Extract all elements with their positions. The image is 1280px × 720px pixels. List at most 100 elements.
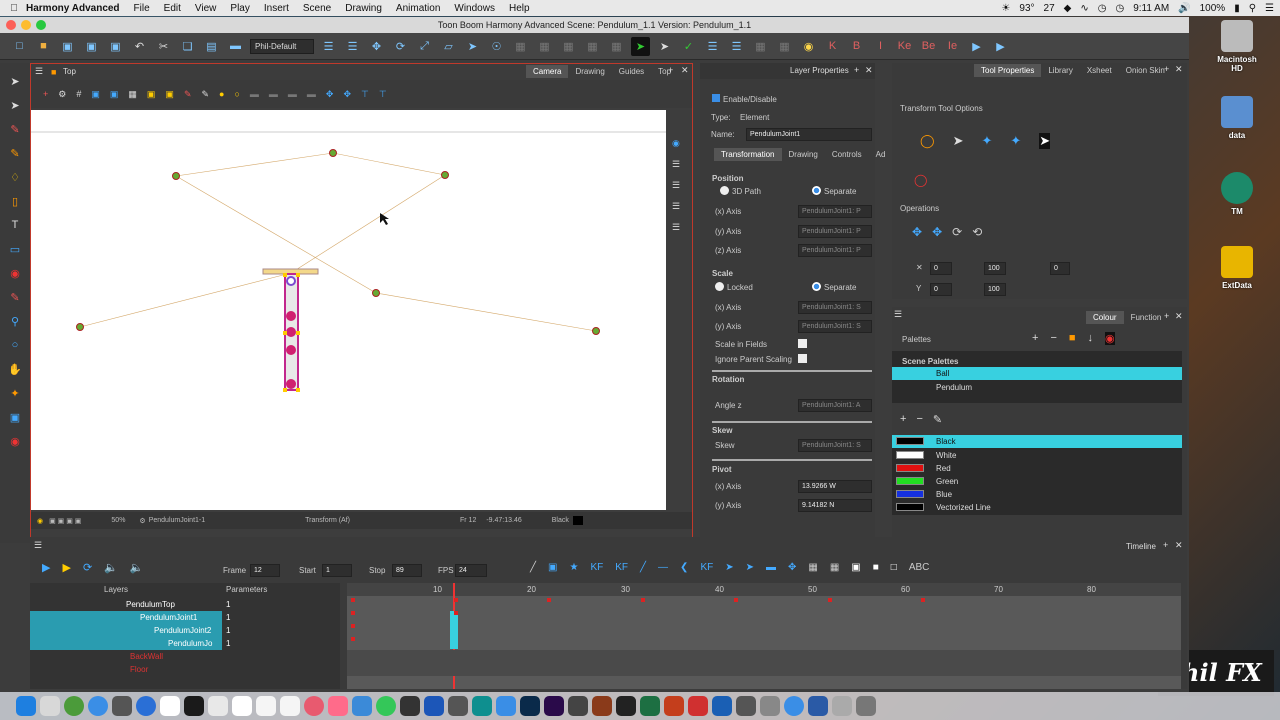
safe-area-icon[interactable]: ▣ bbox=[110, 89, 119, 100]
app-icon[interactable] bbox=[112, 696, 132, 716]
app-icon[interactable] bbox=[832, 696, 852, 716]
hand-grab-icon[interactable]: ✋ bbox=[7, 361, 23, 377]
keyframe-marker[interactable] bbox=[921, 598, 926, 602]
lasso-icon[interactable]: ◯ bbox=[920, 133, 935, 149]
zoom-level[interactable]: 50% bbox=[111, 517, 125, 524]
pivot-mode-icon[interactable]: ✥ bbox=[367, 37, 386, 56]
scale-in-fields-checkbox[interactable] bbox=[798, 339, 807, 348]
settings-gear-icon[interactable]: ⚙ bbox=[58, 89, 66, 100]
spotlight-icon[interactable]: ⚲ bbox=[1249, 3, 1256, 14]
layer-name-field[interactable]: PendulumJoint1 bbox=[746, 128, 872, 141]
swatch-row-vectorized-line[interactable]: Vectorized Line bbox=[892, 501, 1182, 514]
rotate-ccw-icon[interactable]: ⟳ bbox=[952, 225, 962, 239]
onion-icon[interactable]: ● bbox=[219, 89, 224, 99]
swatch-row-green[interactable]: Green bbox=[892, 475, 1182, 488]
x-offset-field[interactable]: 0 bbox=[930, 262, 952, 275]
app-icon[interactable] bbox=[448, 696, 468, 716]
layer-stack-icon[interactable]: ☰ bbox=[672, 201, 680, 212]
swatch-row-black[interactable]: Black bbox=[892, 435, 1182, 448]
select-arrow-icon[interactable]: ➤ bbox=[655, 37, 674, 56]
tab-drawing-props[interactable]: Drawing bbox=[782, 148, 825, 161]
select-prev-icon[interactable]: ➤ bbox=[746, 562, 754, 573]
app-icon[interactable] bbox=[592, 696, 612, 716]
layer-row-pendulumtop[interactable]: PendulumTop 1 bbox=[30, 598, 340, 611]
checkmark-icon[interactable]: ✓ bbox=[679, 37, 698, 56]
pivot-v-icon[interactable]: ✥ bbox=[343, 89, 351, 100]
keyframe-mode-icon[interactable]: ■ bbox=[873, 562, 879, 573]
app-icon[interactable] bbox=[688, 696, 708, 716]
layer-row-pendulumjo[interactable]: PendulumJo 1 bbox=[30, 637, 230, 650]
stamp-tool-icon[interactable]: ◉ bbox=[7, 265, 23, 281]
stop-motion-keyframe-icon[interactable]: — bbox=[658, 562, 668, 573]
tab-colour[interactable]: Colour bbox=[1086, 311, 1124, 324]
keyframe-marker[interactable] bbox=[351, 637, 355, 641]
select-node-icon[interactable]: ➤ bbox=[953, 133, 964, 149]
menu-insert[interactable]: Insert bbox=[257, 3, 296, 14]
eye-icon[interactable]: ◉ bbox=[672, 138, 680, 149]
remove-colour-icon[interactable]: − bbox=[916, 413, 922, 426]
import-palette-icon[interactable]: ↓ bbox=[1088, 332, 1094, 345]
layer-row-pendulumjoint1[interactable]: PendulumJoint1 1 bbox=[30, 611, 230, 624]
hand-tool-icon[interactable]: ○ bbox=[7, 337, 23, 353]
tab-xsheet[interactable]: Xsheet bbox=[1080, 64, 1119, 77]
keyframe-marker[interactable] bbox=[734, 598, 739, 602]
wifi-icon[interactable]: ∿ bbox=[1080, 3, 1088, 14]
flip-v-icon[interactable]: ▬ bbox=[269, 89, 278, 99]
reset-view-icon[interactable]: ▬ bbox=[307, 89, 316, 99]
swatch-row-blue[interactable]: Blue bbox=[892, 488, 1182, 501]
close-panel-icon[interactable]: ✕ bbox=[865, 65, 873, 76]
desktop-icon-data[interactable]: data bbox=[1212, 96, 1262, 140]
ink-tool-icon[interactable]: ◉ bbox=[7, 433, 23, 449]
sound-icon[interactable]: 🔈 bbox=[104, 561, 118, 574]
rectangle-tool-icon[interactable]: ▭ bbox=[7, 241, 23, 257]
remove-palette-icon[interactable]: − bbox=[1050, 332, 1056, 345]
loop-icon[interactable]: ⟳ bbox=[83, 561, 92, 574]
frame-ruler[interactable]: 10 20 30 40 50 60 70 80 bbox=[347, 583, 1181, 596]
bulb-icon[interactable]: ◉ bbox=[37, 517, 43, 525]
workspace-manager-icon[interactable]: ☰ bbox=[343, 37, 362, 56]
layer-row-floor[interactable]: Floor bbox=[30, 663, 340, 676]
pencil-tool-icon[interactable]: ✎ bbox=[7, 145, 23, 161]
sheet-icon[interactable]: ▦ bbox=[808, 562, 817, 573]
key-icon-5[interactable]: Be bbox=[919, 37, 938, 56]
rotate-view-icon[interactable]: ▬ bbox=[288, 89, 297, 99]
tab-top[interactable]: Top bbox=[651, 65, 678, 78]
cutter-tool-icon[interactable]: ▣ bbox=[7, 409, 23, 425]
photoshop-icon[interactable] bbox=[520, 696, 540, 716]
snap-icon[interactable]: ◯ bbox=[914, 173, 927, 187]
keyframe-marker[interactable] bbox=[640, 598, 645, 602]
app-icon[interactable] bbox=[712, 696, 732, 716]
dropbox-icon[interactable]: ◆ bbox=[1064, 3, 1072, 14]
minimize-window-button[interactable] bbox=[21, 20, 31, 30]
play-forward-icon[interactable]: ▶ bbox=[967, 37, 986, 56]
key-icon-6[interactable]: Ie bbox=[943, 37, 962, 56]
add-palette-icon[interactable]: + bbox=[1032, 332, 1038, 345]
grid-icon[interactable]: # bbox=[76, 89, 81, 99]
panel-menu-icon[interactable]: ☰ bbox=[35, 66, 43, 77]
pivot-y-field[interactable]: 9.14182 N bbox=[798, 499, 872, 512]
keyframe-marker[interactable] bbox=[547, 598, 552, 602]
notes-icon[interactable] bbox=[256, 696, 276, 716]
tab-controls[interactable]: Controls bbox=[825, 148, 869, 161]
next-frame-icon[interactable]: ▶ bbox=[991, 37, 1010, 56]
angle-field[interactable]: 0 bbox=[1050, 262, 1070, 275]
light-table-icon[interactable]: ▦ bbox=[559, 37, 578, 56]
drawing-stage[interactable] bbox=[31, 110, 666, 510]
start-field[interactable]: 1 bbox=[322, 564, 352, 577]
palette-folder-icon[interactable]: ■ bbox=[1069, 332, 1076, 345]
add-tab-icon[interactable]: + bbox=[1163, 540, 1168, 550]
tab-tool-properties[interactable]: Tool Properties bbox=[974, 64, 1042, 77]
swatch-row-white[interactable]: White bbox=[892, 449, 1182, 462]
enable-checkbox-row[interactable]: Enable/Disable bbox=[712, 94, 777, 104]
after-effects-icon[interactable] bbox=[544, 696, 564, 716]
skew-mode-icon[interactable]: ▱ bbox=[439, 37, 458, 56]
apple-icon[interactable]:  bbox=[0, 3, 20, 14]
fps-field[interactable]: 24 bbox=[455, 564, 487, 577]
clock-time[interactable]: 9:11 AM bbox=[1133, 3, 1169, 14]
layer-row-backwall[interactable]: BackWall bbox=[30, 650, 340, 663]
app-icon[interactable] bbox=[760, 696, 780, 716]
remove-keyframe-icon[interactable]: KF bbox=[615, 562, 628, 573]
layer-stack-icon[interactable]: ☰ bbox=[672, 180, 680, 191]
tab-drawing[interactable]: Drawing bbox=[568, 65, 611, 78]
camera-app-icon[interactable] bbox=[184, 696, 204, 716]
